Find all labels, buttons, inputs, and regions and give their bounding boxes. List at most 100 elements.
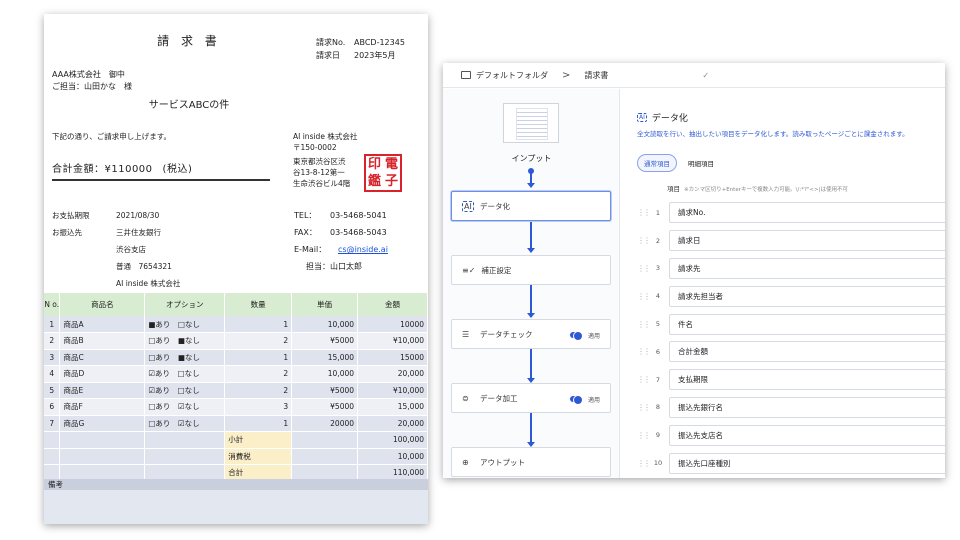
total-amount: 合計金額：¥110000 (税込) [52,160,270,181]
drag-handle-icon[interactable]: ⋮⋮ [637,403,651,412]
field-name-input[interactable]: 件名 [669,313,945,335]
recipient-company: AAA株式会社 御中 [52,70,125,79]
flow-arrow [527,173,535,188]
empty-cell [291,431,359,449]
field-index: 8 [655,403,661,412]
edit-status-icon[interactable]: ✓ [702,71,709,80]
invoice-subject: サービスABCの件 [148,100,230,111]
drag-handle-icon[interactable]: ⋮⋮ [637,459,651,468]
input-thumbnail[interactable] [503,103,559,143]
drag-handle-icon[interactable]: ⋮⋮ [637,320,651,329]
table-cell: 3 [44,349,61,366]
flow-step-processing[interactable]: ⊜ データ加工 適用 [451,383,611,413]
table-row: 5 商品E ☑あり □なし 2 ¥5000 ¥10,000 [44,382,428,399]
apply-toggle[interactable] [570,331,583,341]
invoice-greeting: 下記の通り、ご請求申し上げます。 [52,132,171,141]
app-window: デフォルトフォルダ > 請求書 ✓ インプット AI データ化 ≡✓ 補正設定 [443,63,945,478]
issuer-address-line: 生命渋谷ビル4階 [293,179,351,188]
field-name-input[interactable]: 請求No. [669,202,945,224]
contact-label: E-Mail： [294,245,327,254]
memo-body [44,490,428,524]
field-name-input[interactable]: 合計金額 [669,341,945,363]
empty-cell [291,448,359,465]
tab-standard-fields[interactable]: 通常項目 [637,154,677,172]
drag-handle-icon[interactable]: ⋮⋮ [637,292,651,301]
contact-value: 山口太郎 [330,262,362,271]
breadcrumb-folder[interactable]: デフォルトフォルダ [461,70,548,81]
invoice-date-label: 請求日 [316,51,340,60]
summary-value: 100,000 [357,431,428,449]
payment-value: 普通 7654321 [116,262,172,271]
payment-info: お支払期限 2021/08/30 お振込先 三井住友銀行 渋谷支店 普通 76543… [52,207,180,292]
field-row: ⋮⋮ 8 振込先銀行名 [637,394,945,422]
empty-cell [144,448,226,465]
apply-toggle[interactable] [570,395,583,405]
table-cell: ¥10,000 [357,382,428,399]
email-link[interactable]: cs@inside.ai [338,245,388,254]
flow-step-digitize[interactable]: AI データ化 [451,191,611,221]
drag-handle-icon[interactable]: ⋮⋮ [637,375,651,384]
field-index: 3 [655,264,661,273]
field-row: ⋮⋮ 1 請求No. [637,199,945,227]
field-name-input[interactable]: 振込先銀行名 [669,396,945,418]
panel-title-text: データ化 [651,114,688,124]
table-cell: □あり ■なし [144,349,226,366]
drag-handle-icon[interactable]: ⋮⋮ [637,264,651,273]
empty-cell [59,431,146,449]
table-row: 2 商品B □あり ■なし 2 ¥5000 ¥10,000 [44,332,428,350]
table-cell: 15,000 [357,398,428,416]
table-cell: 1 [44,316,61,333]
payment-row: AI inside 株式会社 [52,275,180,292]
table-header-cell: オプション [144,293,226,316]
flow-step-correction[interactable]: ≡✓ 補正設定 [451,255,611,285]
field-name-input[interactable]: 請求先 [669,257,945,279]
drag-handle-icon[interactable]: ⋮⋮ [637,236,651,245]
empty-cell [44,431,61,449]
breadcrumb-document[interactable]: 請求書 [584,70,608,81]
table-cell: □あり ☑なし [144,415,226,432]
drag-handle-icon[interactable]: ⋮⋮ [637,347,651,356]
apply-toggle-label: 適用 [588,397,601,404]
drag-handle-icon[interactable]: ⋮⋮ [637,208,651,217]
flow-step-output[interactable]: ⊕ アウトプット [451,447,611,477]
field-row: ⋮⋮ 7 支払期限 [637,366,945,394]
field-name-input[interactable]: 振込先口座種別 [669,452,945,474]
table-cell: 1 [224,316,293,333]
table-header-cell: N o. [44,293,61,316]
table-header-row: N o. 商品名 オプション 数量 単価 金額 [44,293,428,316]
table-cell: ¥5000 [291,398,359,416]
field-name-input[interactable]: 支払期限 [669,369,945,391]
field-list: ⋮⋮ 1 請求No. ⋮⋮ 2 請求日 ⋮⋮ 3 請求先 ⋮⋮ 4 請求先担当者 ⋮⋮ 5 件名 ⋮⋮ 6 合計金… [637,199,945,477]
flow-arrow [527,284,535,318]
flow-step-data-check[interactable]: ☰ データチェック 適用 [451,319,611,349]
issuer-address: 東京都渋谷区渋 谷13-8-12第一 生命渋谷ビル4階 [293,156,350,189]
breadcrumb-folder-label: デフォルトフォルダ [476,70,548,80]
table-cell: 商品B [59,332,146,350]
field-name-input[interactable]: 請求先担当者 [669,285,945,307]
contact-row: FAX： 03-5468-5043 [294,224,388,241]
recipient: AAA株式会社 御中 ご担当：山田かな 様 [52,69,132,93]
empty-cell [44,448,61,465]
seal-char: 鑑 [367,174,381,189]
field-name-input[interactable]: 振込先支店名 [669,424,945,446]
contact-info: TEL： 03-5468-5041 FAX： 03-5468-5043 E-Mail… [294,207,388,275]
contact-label: FAX： [294,228,317,237]
field-index: 4 [655,292,661,301]
table-cell: 10000 [357,316,428,333]
table-cell: □あり ■なし [144,332,226,350]
correction-icon: ≡✓ [462,265,476,275]
table-cell: 10,000 [291,365,359,383]
folder-icon [461,71,471,79]
field-row: ⋮⋮ 6 合計金額 [637,338,945,366]
seal-char: 子 [384,174,398,189]
table-cell: 2 [224,332,293,350]
table-header-cell: 金額 [357,293,428,316]
tab-detail-fields[interactable]: 明細項目 [681,154,721,172]
drag-handle-icon[interactable]: ⋮⋮ [637,431,651,440]
stage: 請 求 書 請求No. ABCD-12345 請求日 2023年5月 AAA株式会社… [0,0,960,540]
recipient-person: ご担当：山田かな 様 [52,82,132,91]
field-index: 9 [655,431,661,440]
table-cell: 商品C [59,349,146,366]
field-name-input[interactable]: 請求日 [669,230,945,252]
summary-label: 消費税 [224,448,293,465]
